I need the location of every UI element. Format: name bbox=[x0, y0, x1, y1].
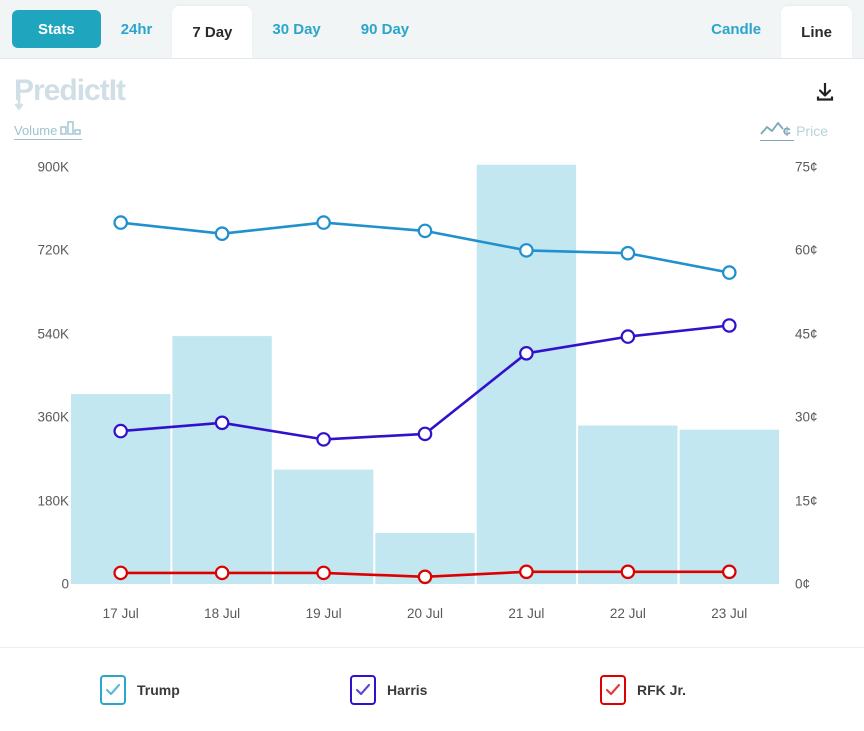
y-axis-left-tick: 900K bbox=[37, 160, 69, 175]
legend-item-trump[interactable]: Trump bbox=[100, 675, 180, 705]
y-axis-left-tick: 720K bbox=[37, 243, 69, 258]
legend-checkbox[interactable] bbox=[600, 675, 626, 705]
data-point-marker[interactable] bbox=[216, 417, 228, 429]
volume-bar[interactable] bbox=[578, 426, 677, 585]
volume-bar[interactable] bbox=[680, 430, 779, 584]
x-axis-tick: 21 Jul bbox=[508, 606, 544, 621]
data-point-marker[interactable] bbox=[723, 266, 735, 278]
x-axis-tick: 19 Jul bbox=[306, 606, 342, 621]
data-point-marker[interactable] bbox=[622, 330, 634, 342]
y-axis-left-tick: 360K bbox=[37, 410, 69, 425]
data-point-marker[interactable] bbox=[419, 571, 431, 583]
download-icon[interactable] bbox=[814, 81, 836, 103]
data-point-marker[interactable] bbox=[520, 244, 532, 256]
data-point-marker[interactable] bbox=[216, 567, 228, 579]
chart-header: PredictIt Volume ¢ Price bbox=[0, 59, 864, 147]
y-axis-right-tick: 75¢ bbox=[795, 160, 818, 175]
svg-text:¢: ¢ bbox=[783, 123, 791, 139]
data-point-marker[interactable] bbox=[115, 425, 127, 437]
predictit-logo: PredictIt bbox=[14, 71, 152, 119]
data-point-marker[interactable] bbox=[317, 567, 329, 579]
tab-24hr[interactable]: 24hr bbox=[101, 0, 173, 58]
data-point-marker[interactable] bbox=[317, 216, 329, 228]
legend-item-rfk-jr[interactable]: RFK Jr. bbox=[600, 675, 686, 705]
price-axis-label: Price bbox=[796, 123, 828, 139]
x-axis-tick: 23 Jul bbox=[711, 606, 747, 621]
legend-label: Harris bbox=[387, 682, 427, 698]
y-axis-right-tick: 30¢ bbox=[795, 410, 818, 425]
data-point-marker[interactable] bbox=[622, 566, 634, 578]
volume-axis-label: Volume bbox=[14, 123, 57, 138]
y-axis-right-tick: 45¢ bbox=[795, 326, 818, 341]
legend-checkbox[interactable] bbox=[350, 675, 376, 705]
bar-chart-icon bbox=[60, 121, 82, 138]
line-chart-cent-icon: ¢ bbox=[760, 121, 794, 141]
data-point-marker[interactable] bbox=[520, 566, 532, 578]
data-point-marker[interactable] bbox=[622, 247, 634, 259]
y-axis-right-tick: 0¢ bbox=[795, 577, 810, 592]
check-icon bbox=[105, 683, 121, 697]
legend-label: RFK Jr. bbox=[637, 682, 686, 698]
tab-7-day[interactable]: 7 Day bbox=[172, 6, 252, 58]
data-point-marker[interactable] bbox=[115, 567, 127, 579]
legend-label: Trump bbox=[137, 682, 180, 698]
y-axis-right-tick: 15¢ bbox=[795, 493, 818, 508]
chart-toolbar: Stats 24hr 7 Day 30 Day 90 Day Candle Li… bbox=[0, 0, 864, 59]
tab-line[interactable]: Line bbox=[781, 6, 852, 58]
data-point-marker[interactable] bbox=[723, 566, 735, 578]
volume-bar[interactable] bbox=[477, 165, 576, 584]
data-point-marker[interactable] bbox=[419, 225, 431, 237]
price-axis-toggle[interactable]: ¢ Price bbox=[760, 121, 828, 141]
volume-axis-toggle[interactable]: Volume bbox=[14, 121, 82, 140]
tab-30-day[interactable]: 30 Day bbox=[252, 0, 340, 58]
data-point-marker[interactable] bbox=[419, 428, 431, 440]
volume-bar[interactable] bbox=[172, 336, 271, 584]
tab-candle[interactable]: Candle bbox=[691, 0, 781, 58]
volume-bar[interactable] bbox=[71, 394, 170, 584]
check-icon bbox=[355, 683, 371, 697]
predictit-wordmark-icon: PredictIt bbox=[14, 71, 152, 111]
legend-item-harris[interactable]: Harris bbox=[350, 675, 427, 705]
x-axis-tick: 18 Jul bbox=[204, 606, 240, 621]
y-axis-left-tick: 540K bbox=[37, 326, 69, 341]
y-axis-right-tick: 60¢ bbox=[795, 243, 818, 258]
chart-legend: Trump Harris RFK Jr. bbox=[0, 647, 864, 731]
chart-plot-area: 0 180K 360K 540K 720K 900K 0¢ 15¢ 30¢ 45¢ 60¢ 75¢ 17… bbox=[0, 147, 864, 647]
tab-90-day[interactable]: 90 Day bbox=[341, 0, 429, 58]
legend-checkbox[interactable] bbox=[100, 675, 126, 705]
y-axis-left-tick: 0 bbox=[61, 577, 69, 592]
data-point-marker[interactable] bbox=[520, 347, 532, 359]
data-point-marker[interactable] bbox=[216, 228, 228, 240]
x-axis-tick: 20 Jul bbox=[407, 606, 443, 621]
svg-text:PredictIt: PredictIt bbox=[14, 74, 126, 107]
x-axis-tick: 17 Jul bbox=[103, 606, 139, 621]
toolbar-spacer bbox=[429, 0, 691, 58]
chart-canvas[interactable] bbox=[0, 147, 864, 647]
data-point-marker[interactable] bbox=[115, 216, 127, 228]
stats-button[interactable]: Stats bbox=[12, 10, 101, 48]
data-point-marker[interactable] bbox=[723, 319, 735, 331]
check-icon bbox=[605, 683, 621, 697]
y-axis-left-tick: 180K bbox=[37, 493, 69, 508]
data-point-marker[interactable] bbox=[317, 433, 329, 445]
x-axis-tick: 22 Jul bbox=[610, 606, 646, 621]
